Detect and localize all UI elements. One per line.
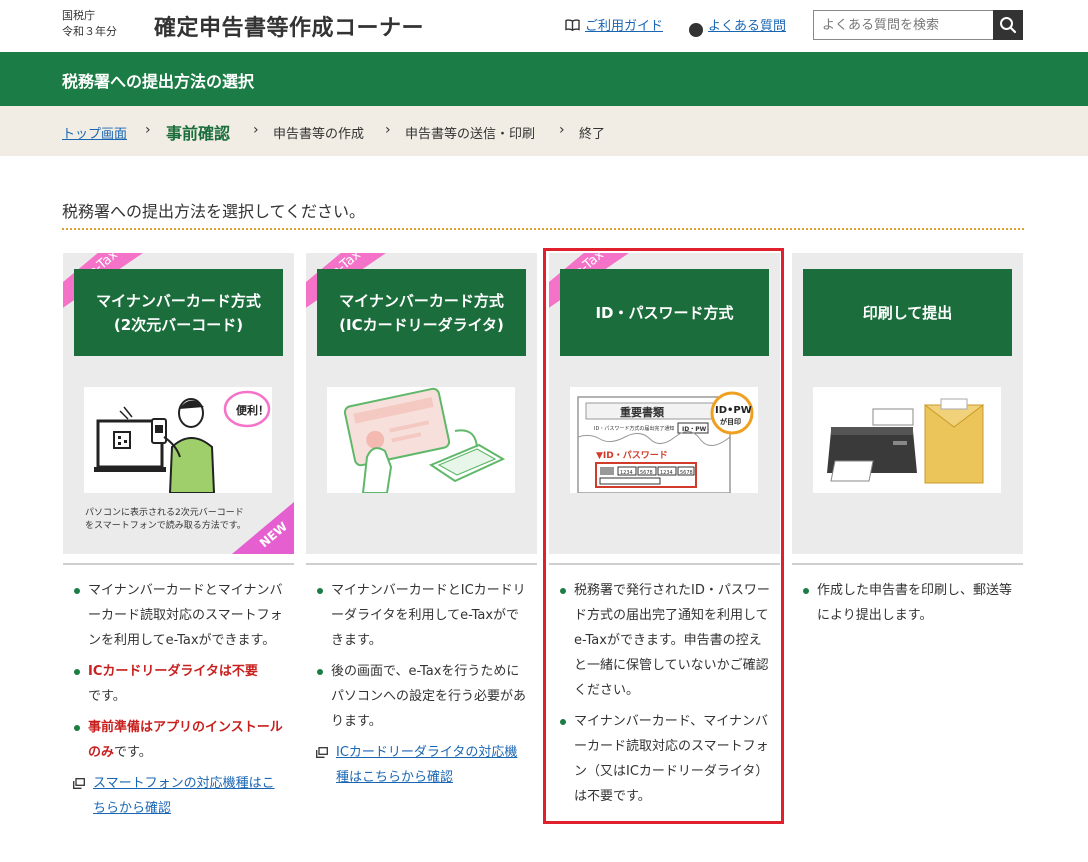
notice-digit: 5678 (680, 470, 693, 476)
list-item: 後の画面で、e-Taxを行うためにパソコンへの設定を行う必要があります。 (316, 659, 528, 734)
list-item: マイナンバーカードとICカードリーダライタを利用してe-Taxができます。 (316, 578, 528, 653)
breadcrumb-top-link[interactable]: トップ画面 (62, 123, 127, 142)
card-title: マイナンバーカード方式 (ICカードリーダライタ) (317, 269, 526, 356)
breadcrumb-step-create: 申告書等の作成 (273, 127, 365, 142)
card-caption-line2: をスマートフォンで読み取る方法です。 (85, 521, 246, 531)
notice-digit: 1234 (660, 470, 673, 476)
notice-doc-subtitle: ID・パスワード方式の届出完了通知 (594, 425, 674, 432)
description-text: です。 (114, 745, 152, 760)
description-text: マイナンバーカード、マイナンバーカード読取対応のスマートフォン（又はICカードリ… (574, 714, 769, 804)
card-reader-models-link[interactable]: ICカードリーダライタの対応機種はこちらから確認 (316, 740, 528, 790)
page-title-bar: 税務署への提出方法の選択 (0, 52, 1088, 106)
badge-mark-text: が目印 (720, 417, 741, 426)
breadcrumb-current-step: 事前確認 (166, 124, 231, 143)
card1-description: マイナンバーカードとマイナンバーカード読取対応のスマートフォンを利用してe-Ta… (73, 578, 285, 821)
search-icon (1000, 17, 1017, 34)
card-mynumber-qr[interactable]: e-Tax マイナンバーカード方式 (2次元バーコード) 便利！ パソコンに表示… (63, 253, 294, 554)
list-item: 税務署で発行されたID・パスワード方式の届出完了通知を利用してe-Taxができま… (559, 578, 771, 703)
card3-description: 税務署で発行されたID・パスワード方式の届出完了通知を利用してe-Taxができま… (559, 578, 771, 815)
agency-label: 国税庁 令和３年分 (62, 8, 117, 40)
description-text: マイナンバーカードとマイナンバーカード読取対応のスマートフォンを利用してe-Ta… (88, 583, 283, 648)
list-item: マイナンバーカードとマイナンバーカード読取対応のスマートフォンを利用してe-Ta… (73, 578, 285, 653)
card-title: 印刷して提出 (803, 269, 1012, 356)
instruction-text: 税務署への提出方法を選択してください。 (62, 202, 366, 221)
search-button[interactable] (993, 10, 1023, 40)
question-icon: ? (689, 23, 703, 37)
guide-link-label: ご利用ガイド (585, 19, 664, 34)
description-text: です。 (88, 689, 126, 704)
card2-description: マイナンバーカードとICカードリーダライタを利用してe-Taxができます。 後の… (316, 578, 528, 790)
new-ribbon: NEW (232, 502, 294, 554)
notice-digit: 1234 (620, 470, 633, 476)
emphasis-text: ICカードリーダライタは不要 (88, 664, 258, 679)
badge-idpw-text: ID•PW (715, 405, 752, 416)
chevron-right-icon: › (385, 122, 391, 138)
chevron-right-icon: › (559, 122, 565, 138)
card-title: マイナンバーカード方式 (2次元バーコード) (74, 269, 283, 356)
list-item: マイナンバーカード、マイナンバーカード読取対応のスマートフォン（又はICカードリ… (559, 709, 771, 809)
card-underline (63, 563, 294, 565)
card-underline (792, 563, 1023, 565)
card-reader-illustration (327, 387, 515, 493)
page-title: 税務署への提出方法の選択 (62, 72, 255, 91)
list-item: 事前準備はアプリのインストールのみです。 (73, 715, 285, 765)
smartphone-models-link[interactable]: スマートフォンの対応機種はこちらから確認 (73, 771, 285, 821)
list-item: 作成した申告書を印刷し、郵送等により提出します。 (802, 578, 1014, 628)
notice-doc-title: 重要書類 (620, 405, 665, 419)
tax-year: 令和３年分 (62, 25, 117, 38)
book-icon (565, 19, 580, 34)
description-text: マイナンバーカードとICカードリーダライタを利用してe-Taxができます。 (331, 583, 526, 648)
notice-band-label: ▼ID・パスワード (596, 449, 668, 461)
card-title-line2: (2次元バーコード) (113, 315, 244, 334)
card-mynumber-reader[interactable]: e-Tax マイナンバーカード方式 (ICカードリーダライタ) (306, 253, 537, 554)
site-title: 確定申告書等作成コーナー (154, 16, 425, 41)
guide-link[interactable]: ご利用ガイド (565, 15, 663, 34)
faq-link-label: よくある質問 (708, 19, 787, 34)
card4-description: 作成した申告書を印刷し、郵送等により提出します。 (802, 578, 1014, 634)
breadcrumb: トップ画面 › 事前確認 › 申告書等の作成 › 申告書等の送信・印刷 › 終了 (0, 106, 1088, 156)
description-text: 後の画面で、e-Taxを行うためにパソコンへの設定を行う必要があります。 (331, 664, 527, 729)
card-title-line1: マイナンバーカード方式 (339, 291, 504, 310)
list-item: ICカードリーダライタは不要 です。 (73, 659, 285, 709)
id-password-notice-illustration: 重要書類 ID・パスワード方式の届出完了通知 ID・PW ▼ID・パスワード 1… (570, 387, 758, 493)
link-label: ICカードリーダライタの対応機種はこちらから確認 (336, 745, 518, 785)
card-title-line1: マイナンバーカード方式 (96, 291, 261, 310)
site-header: 国税庁 令和３年分 確定申告書等作成コーナー ご利用ガイド ? よくある質問 (0, 0, 1088, 52)
smartphone-scan-illustration: 便利！ (84, 387, 272, 493)
faq-link[interactable]: ? よくある質問 (689, 15, 786, 37)
description-text: 税務署で発行されたID・パスワード方式の届出完了通知を利用してe-Taxができま… (574, 583, 770, 698)
convenient-bubble-text: 便利！ (236, 403, 269, 417)
card-underline (306, 563, 537, 565)
agency-name: 国税庁 (62, 9, 95, 22)
card-id-password[interactable]: e-Tax ID・パスワード方式 重要書類 ID・パスワード方式の届出完了通知 … (549, 253, 780, 554)
link-label: スマートフォンの対応機種はこちらから確認 (93, 776, 275, 816)
dotted-divider (62, 228, 1024, 230)
breadcrumb-step-send: 申告書等の送信・印刷 (405, 127, 536, 142)
description-text: 作成した申告書を印刷し、郵送等により提出します。 (817, 583, 1013, 623)
faq-search-input[interactable] (813, 10, 993, 40)
notice-digit: 5678 (640, 470, 653, 476)
chevron-right-icon: › (253, 122, 259, 138)
external-window-icon (73, 778, 85, 789)
breadcrumb-step-end: 終了 (579, 127, 606, 142)
external-window-icon (316, 747, 328, 758)
card-caption-line1: パソコンに表示される2次元バーコード (85, 508, 244, 518)
card-title-line2: (ICカードリーダライタ) (339, 315, 504, 334)
card-underline (549, 563, 780, 565)
card-print-submit[interactable]: 印刷して提出 (792, 253, 1023, 554)
card-caption: パソコンに表示される2次元バーコード をスマートフォンで読み取る方法です。 (85, 507, 246, 533)
printer-envelope-illustration (813, 387, 1001, 493)
card-title: ID・パスワード方式 (560, 269, 769, 356)
chevron-right-icon: › (145, 122, 151, 138)
